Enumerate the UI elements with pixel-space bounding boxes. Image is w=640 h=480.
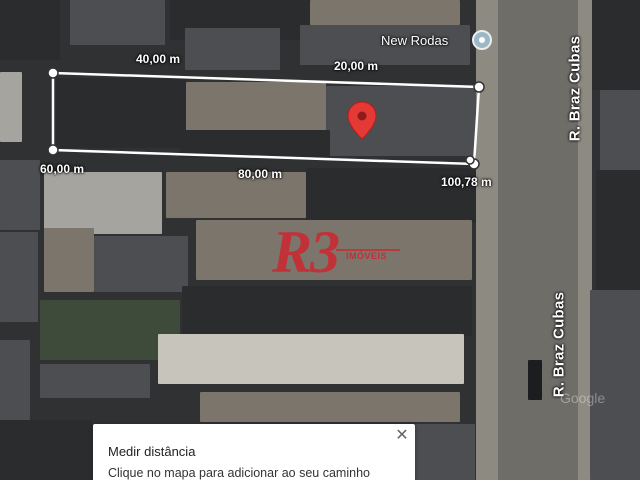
building-roof — [44, 228, 94, 292]
street-label: R. Braz Cubas — [566, 35, 584, 142]
distance-label: 60,00 m — [40, 162, 85, 176]
close-icon[interactable]: ✕ — [393, 427, 411, 445]
building-roof — [158, 334, 464, 384]
building-roof — [0, 340, 30, 420]
building-roof — [0, 72, 22, 142]
building-roof — [415, 424, 475, 480]
building-roof — [56, 78, 186, 148]
building-roof — [44, 172, 162, 234]
sidewalk — [476, 0, 498, 480]
watermark-subtitle: IMÓVEIS — [346, 251, 388, 261]
parked-car — [528, 360, 542, 400]
distance-label: 20,00 m — [334, 59, 379, 73]
provider-watermark: Google — [560, 390, 606, 406]
building-roof — [326, 86, 476, 156]
building-roof — [180, 130, 330, 158]
distance-label: 100,78 m — [441, 175, 492, 189]
building-roof — [0, 232, 38, 322]
building-roof — [596, 170, 640, 290]
building-roof — [40, 364, 150, 398]
building-roof — [185, 28, 280, 70]
place-marker-icon[interactable] — [472, 30, 492, 50]
distance-label: 40,00 m — [136, 52, 181, 66]
poi-label[interactable]: New Rodas — [381, 33, 448, 48]
watermark-logo: R3 — [272, 219, 340, 285]
measure-point — [47, 67, 59, 79]
satellite-map[interactable]: R. Braz Cubas R. Braz Cubas New Rodas 40… — [0, 0, 640, 480]
measure-distance-panel: Medir distância Clique no mapa para adic… — [93, 424, 415, 480]
building-roof — [592, 0, 640, 90]
building-roof — [182, 286, 472, 336]
street-label: R. Braz Cubas — [550, 291, 568, 398]
building-roof — [0, 160, 40, 230]
building-roof — [0, 420, 92, 480]
building-roof — [94, 236, 188, 292]
measure-point — [465, 155, 475, 165]
building-roof — [310, 0, 460, 25]
panel-hint: Clique no mapa para adicionar ao seu cam… — [108, 466, 370, 480]
building-roof — [200, 392, 460, 422]
building-roof — [70, 0, 165, 45]
building-roof — [186, 82, 326, 132]
building-roof — [166, 172, 306, 218]
distance-label: 80,00 m — [238, 167, 283, 181]
building-roof — [0, 0, 60, 60]
building-roof — [600, 90, 640, 170]
building-roof — [590, 290, 640, 480]
panel-title: Medir distância — [108, 444, 196, 459]
